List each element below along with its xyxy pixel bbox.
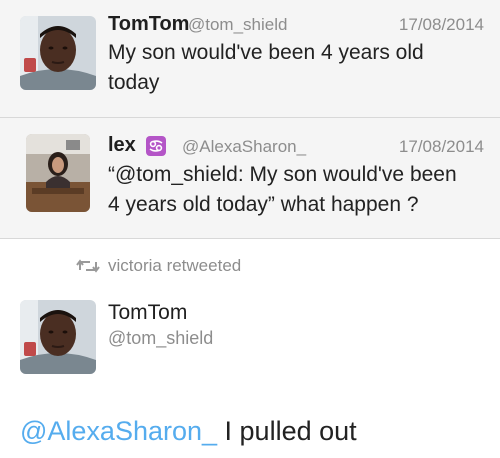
retweet-context: victoria retweeted	[0, 250, 500, 280]
tweet-text-line: “@tom_shield: My son would've been	[108, 163, 457, 186]
mention-link[interactable]: @AlexaSharon_	[20, 416, 217, 446]
author-handle[interactable]: @tom_shield	[108, 328, 213, 349]
tweet-card[interactable]: TomTom @tom_shield 17/08/2014 My son wou…	[0, 0, 500, 118]
tweet-date: 17/08/2014	[398, 15, 484, 34]
author-name[interactable]: lex	[108, 134, 136, 157]
retweet-label[interactable]: victoria retweeted	[108, 256, 241, 276]
avatar[interactable]	[20, 300, 96, 374]
tweet-text-line: 4 years old today” what happen ?	[108, 193, 419, 216]
tweet-text: “@tom_shield: My son would've been 4 yea…	[108, 160, 457, 220]
author-name[interactable]: TomTom	[108, 301, 187, 325]
cancer-zodiac-icon	[146, 136, 166, 156]
tweet-date: 17/08/2014	[398, 137, 484, 156]
author-handle[interactable]: @tom_shield	[188, 15, 287, 35]
avatar[interactable]	[20, 16, 96, 90]
retweet-icon	[76, 258, 100, 274]
tweet-card[interactable]: lex @AlexaSharon_ 17/08/2014 “@tom_shiel…	[0, 118, 500, 239]
tweet-text-line: My son would've been 4 years old	[108, 41, 424, 64]
tweet-body: I pulled out	[217, 416, 357, 446]
tweet-text-line: today	[108, 71, 160, 94]
author-handle[interactable]: @AlexaSharon_	[182, 137, 306, 157]
avatar[interactable]	[26, 134, 90, 212]
tweet-text: My son would've been 4 years old today	[108, 38, 424, 98]
tweet-text: @AlexaSharon_ I pulled out	[20, 416, 357, 447]
author-name[interactable]: TomTom	[108, 13, 189, 36]
